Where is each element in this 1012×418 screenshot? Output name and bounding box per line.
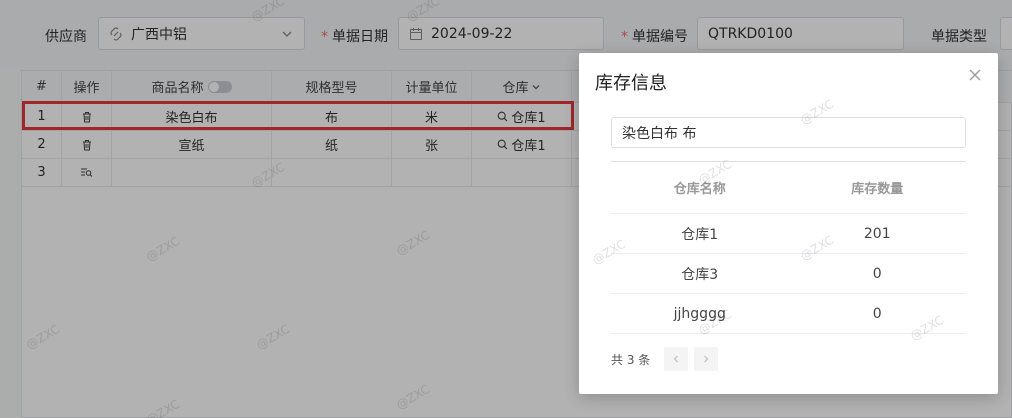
warehouse-name: 仓库3 (681, 266, 719, 283)
search-input-value: 染色白布 布 (622, 125, 697, 142)
stock-qty: 0 (872, 265, 882, 282)
inventory-dialog: 库存信息 染色白布 布 仓库名称 库存数量 仓库1 201 仓库3 0 jjhg… (579, 53, 998, 394)
pagination-total: 共 3 条 (611, 352, 651, 367)
product-search-input[interactable]: 染色白布 布 (611, 117, 966, 148)
inventory-row[interactable]: 仓库1 201 (611, 214, 966, 254)
next-page-button[interactable] (694, 347, 719, 371)
prev-page-button[interactable] (664, 347, 689, 371)
col-warehouse-name: 仓库名称 (673, 182, 726, 197)
chevron-right-icon (704, 355, 709, 363)
chevron-left-icon (673, 355, 679, 363)
inventory-table: 仓库名称 库存数量 仓库1 201 仓库3 0 jjhgggg 0 (611, 161, 966, 334)
dialog-title: 库存信息 (595, 73, 667, 94)
col-stock-qty: 库存数量 (851, 182, 904, 197)
app-root: 供应商 广西中铝 * 单据日期 2024-09-22 * 单据编号 QTRKD010… (0, 0, 1012, 418)
pagination: 共 3 条 (611, 347, 719, 371)
inventory-table-header: 仓库名称 库存数量 (611, 162, 966, 214)
inventory-row[interactable]: 仓库3 0 (611, 254, 966, 294)
close-icon[interactable] (968, 67, 982, 81)
warehouse-name: 仓库1 (681, 226, 719, 243)
